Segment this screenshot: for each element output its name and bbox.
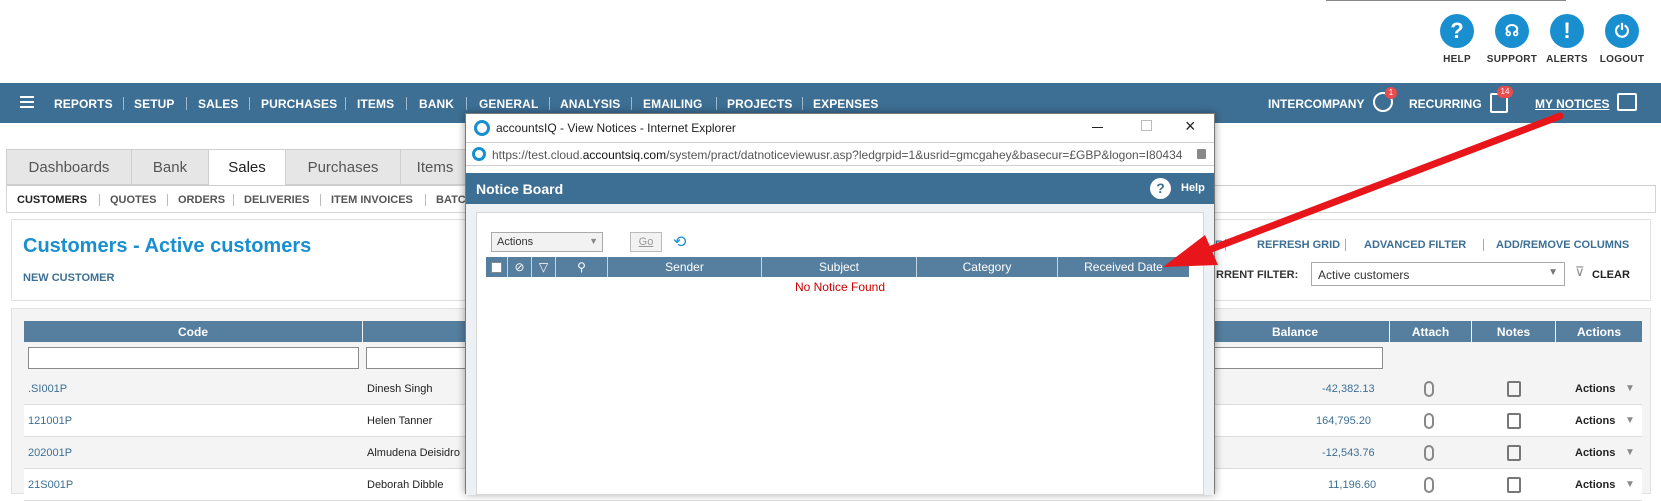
arrow-shaft [1202, 112, 1564, 255]
arrow-head [1163, 235, 1218, 267]
annotation-arrow [1163, 112, 1564, 267]
